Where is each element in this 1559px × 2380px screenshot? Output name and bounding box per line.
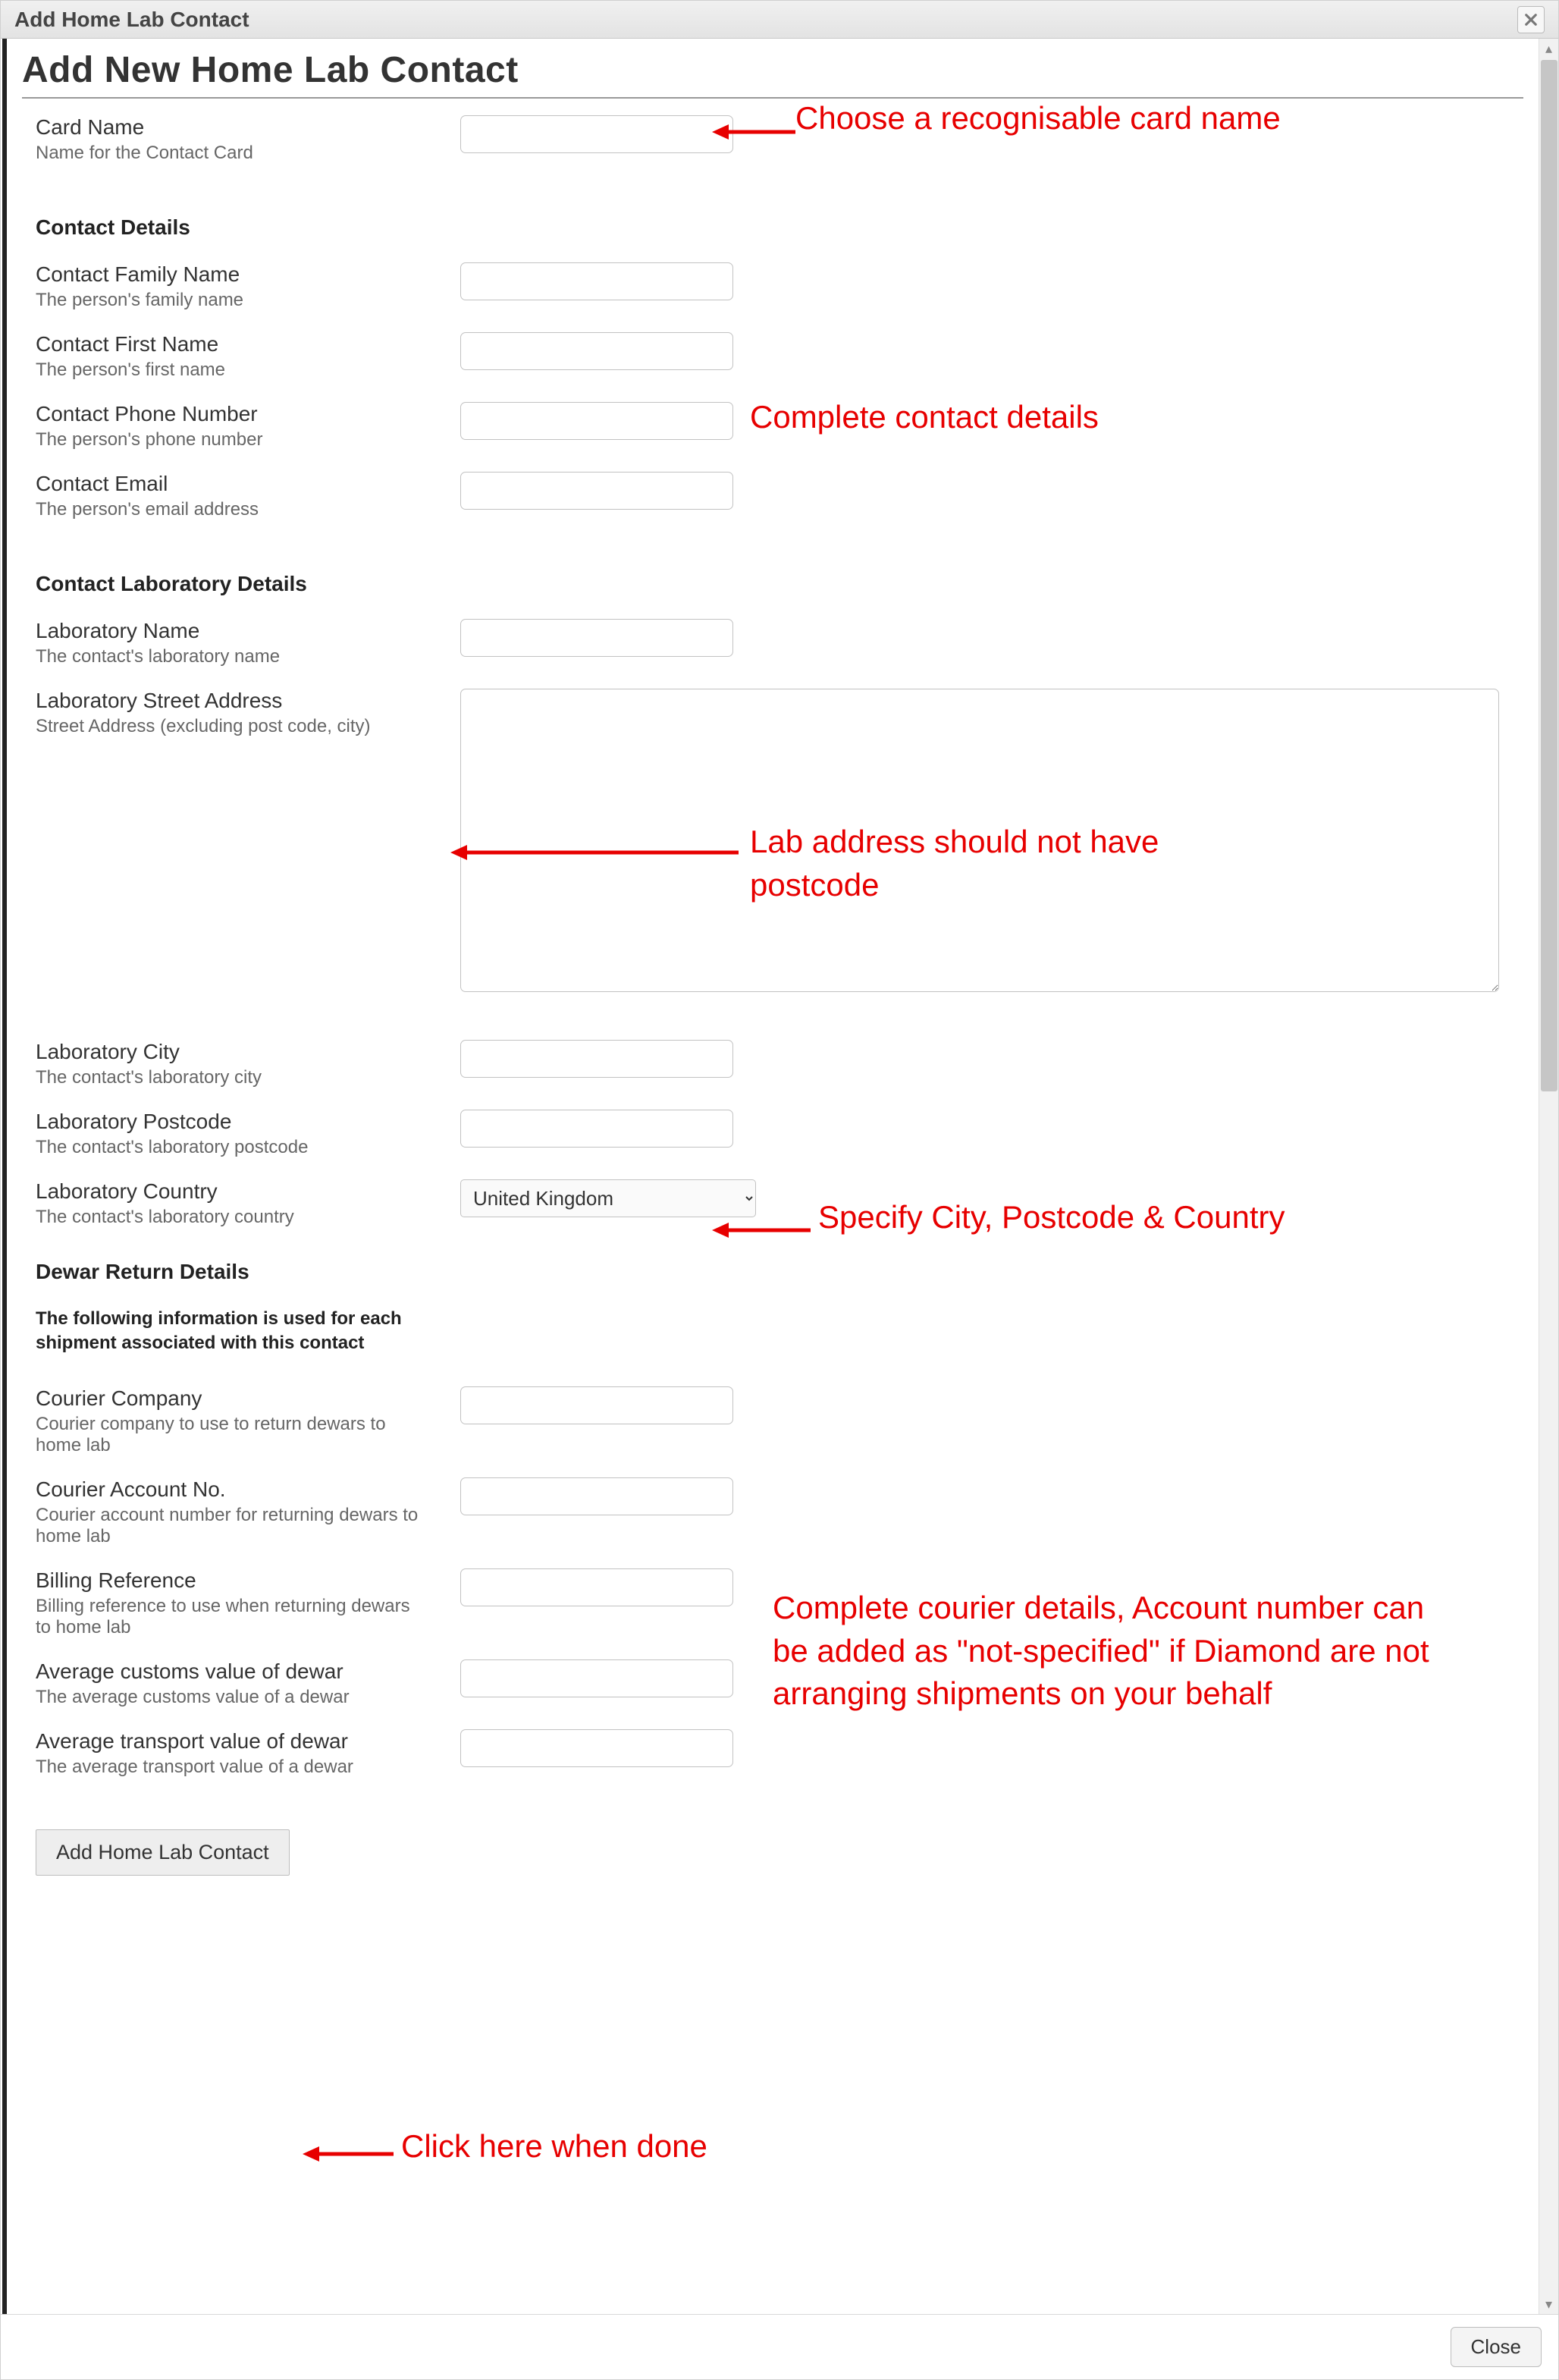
scroll-thumb[interactable] bbox=[1541, 60, 1557, 1091]
card-name-desc: Name for the Contact Card bbox=[36, 143, 430, 164]
page-title: Add New Home Lab Contact bbox=[22, 49, 1523, 91]
modal-dialog: Add Home Lab Contact Add New Home Lab Co… bbox=[0, 0, 1559, 2380]
lab-country-desc: The contact's laboratory country bbox=[36, 1207, 430, 1228]
courier-company-label: Courier Company bbox=[36, 1386, 430, 1411]
phone-desc: The person's phone number bbox=[36, 429, 430, 451]
card-name-input[interactable] bbox=[460, 115, 733, 153]
section-contact-details: Contact Details bbox=[36, 215, 1523, 240]
lab-name-label: Laboratory Name bbox=[36, 619, 430, 643]
email-label: Contact Email bbox=[36, 472, 430, 496]
modal-header: Add Home Lab Contact bbox=[1, 1, 1558, 39]
annotation-submit: Click here when done bbox=[401, 2125, 707, 2168]
avg-customs-input[interactable] bbox=[460, 1659, 733, 1697]
lab-country-label: Laboratory Country bbox=[36, 1179, 430, 1204]
courier-account-desc: Courier account number for returning dew… bbox=[36, 1505, 430, 1547]
first-name-label: Contact First Name bbox=[36, 332, 430, 356]
add-home-lab-contact-button[interactable]: Add Home Lab Contact bbox=[36, 1829, 290, 1876]
modal-body: Add New Home Lab Contact Card Name Name … bbox=[2, 39, 1539, 2314]
modal-header-title: Add Home Lab Contact bbox=[14, 8, 249, 32]
lab-address-desc: Street Address (excluding post code, cit… bbox=[36, 716, 430, 737]
lab-postcode-label: Laboratory Postcode bbox=[36, 1110, 430, 1134]
section-contact-lab-details: Contact Laboratory Details bbox=[36, 572, 1523, 596]
phone-label: Contact Phone Number bbox=[36, 402, 430, 426]
close-button[interactable]: Close bbox=[1451, 2327, 1542, 2367]
billing-ref-input[interactable] bbox=[460, 1568, 733, 1606]
section-dewar-return-sub: The following information is used for ea… bbox=[36, 1307, 430, 1356]
divider bbox=[22, 97, 1523, 99]
first-name-input[interactable] bbox=[460, 332, 733, 370]
lab-postcode-input[interactable] bbox=[460, 1110, 733, 1148]
email-desc: The person's email address bbox=[36, 499, 430, 520]
scroll-down-icon[interactable]: ▾ bbox=[1539, 2294, 1559, 2314]
lab-postcode-desc: The contact's laboratory postcode bbox=[36, 1137, 430, 1158]
lab-country-select[interactable]: United Kingdom bbox=[460, 1179, 756, 1217]
lab-city-input[interactable] bbox=[460, 1040, 733, 1078]
section-dewar-return: Dewar Return Details bbox=[36, 1260, 1523, 1284]
billing-ref-label: Billing Reference bbox=[36, 1568, 430, 1593]
arrow-icon bbox=[303, 2145, 394, 2163]
lab-city-label: Laboratory City bbox=[36, 1040, 430, 1064]
close-icon[interactable] bbox=[1517, 6, 1545, 33]
billing-ref-desc: Billing reference to use when returning … bbox=[36, 1596, 430, 1638]
phone-input[interactable] bbox=[460, 402, 733, 440]
avg-transport-label: Average transport value of dewar bbox=[36, 1729, 430, 1754]
courier-account-input[interactable] bbox=[460, 1477, 733, 1515]
courier-company-desc: Courier company to use to return dewars … bbox=[36, 1414, 430, 1456]
scrollbar[interactable]: ▴ ▾ bbox=[1539, 39, 1558, 2314]
avg-transport-desc: The average transport value of a dewar bbox=[36, 1757, 430, 1778]
family-name-label: Contact Family Name bbox=[36, 262, 430, 287]
card-name-label: Card Name bbox=[36, 115, 430, 140]
lab-address-label: Laboratory Street Address bbox=[36, 689, 430, 713]
email-input[interactable] bbox=[460, 472, 733, 510]
lab-address-input[interactable] bbox=[460, 689, 1499, 992]
first-name-desc: The person's first name bbox=[36, 360, 430, 381]
lab-name-desc: The contact's laboratory name bbox=[36, 646, 430, 667]
lab-name-input[interactable] bbox=[460, 619, 733, 657]
avg-customs-desc: The average customs value of a dewar bbox=[36, 1687, 430, 1708]
courier-company-input[interactable] bbox=[460, 1386, 733, 1424]
family-name-desc: The person's family name bbox=[36, 290, 430, 311]
lab-city-desc: The contact's laboratory city bbox=[36, 1067, 430, 1088]
family-name-input[interactable] bbox=[460, 262, 733, 300]
courier-account-label: Courier Account No. bbox=[36, 1477, 430, 1502]
modal-footer: Close bbox=[1, 2314, 1558, 2379]
avg-transport-input[interactable] bbox=[460, 1729, 733, 1767]
scroll-up-icon[interactable]: ▴ bbox=[1539, 39, 1559, 58]
avg-customs-label: Average customs value of dewar bbox=[36, 1659, 430, 1684]
